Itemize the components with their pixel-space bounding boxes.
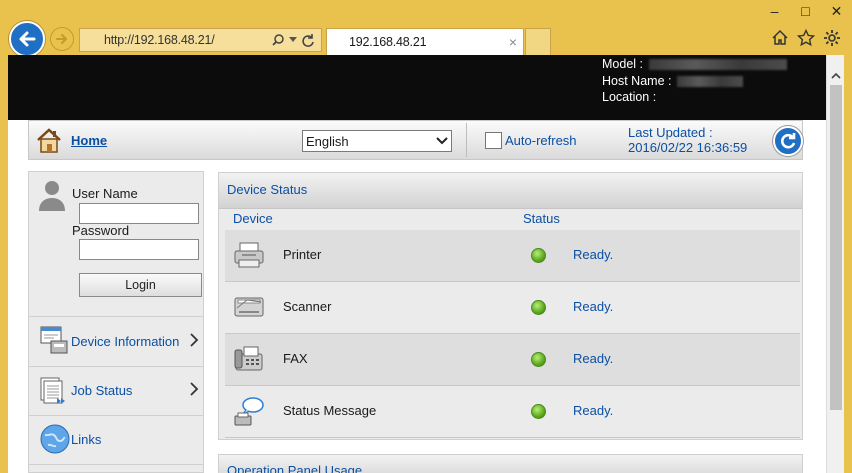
refresh-icon[interactable]	[301, 33, 315, 47]
operation-panel-usage-panel: Operation Panel Usage	[218, 454, 803, 473]
status-indicator	[531, 248, 546, 263]
panel-title: Operation Panel Usage	[227, 463, 363, 473]
close-window-button[interactable]: ✕	[821, 0, 852, 22]
device-status-panel: Device Status Device Status Printer Read…	[218, 172, 803, 440]
device-status: Ready.	[573, 351, 614, 366]
tab-title: 192.168.48.21	[349, 35, 427, 49]
status-indicator	[531, 300, 546, 315]
gear-icon[interactable]	[822, 28, 842, 48]
last-updated-label: Last Updated :	[628, 125, 713, 140]
user-icon	[37, 178, 67, 215]
password-field[interactable]	[79, 239, 199, 260]
browser-tab[interactable]: 192.168.48.21 ×	[326, 28, 524, 55]
scroll-up-icon[interactable]	[827, 67, 845, 83]
printer-icon	[233, 240, 265, 273]
sidebar-divider	[29, 464, 203, 465]
username-field[interactable]	[79, 203, 199, 224]
model-value-redacted	[649, 59, 787, 70]
sidebar-item-job-status[interactable]: Job Status	[29, 366, 203, 414]
login-button[interactable]: Login	[79, 273, 202, 297]
toolbar: Home English Auto-refresh Last Updated :…	[28, 120, 803, 160]
forward-arrow-icon	[56, 34, 67, 44]
language-value: English	[306, 133, 349, 149]
toolbar-divider	[466, 123, 467, 157]
last-updated: Last Updated : 2016/02/22 16:36:59	[628, 125, 747, 155]
minimize-button[interactable]: –	[759, 0, 790, 22]
username-label: User Name	[72, 186, 138, 201]
device-status: Ready.	[573, 403, 614, 418]
scanner-icon	[233, 292, 265, 325]
table-row: Status Message Ready.	[225, 386, 800, 438]
password-label: Password	[72, 223, 130, 238]
panel-header: Device Status	[219, 173, 802, 209]
sidebar-item-label: Links	[71, 432, 102, 447]
panel-title: Device Status	[227, 182, 308, 197]
status-indicator	[531, 404, 546, 419]
address-tools	[271, 33, 321, 47]
window-controls: – □ ✕	[759, 0, 852, 22]
maximize-button[interactable]: □	[790, 0, 821, 22]
last-updated-value: 2016/02/22 16:36:59	[628, 140, 748, 155]
home-icon[interactable]	[770, 28, 790, 48]
device-name: FAX	[283, 351, 308, 366]
device-name: Scanner	[283, 299, 332, 314]
address-text[interactable]: http://192.168.48.21/	[104, 33, 271, 47]
job-status-icon	[39, 374, 69, 409]
table-row: Scanner Ready.	[225, 282, 800, 334]
home-icon[interactable]	[35, 126, 63, 157]
sidebar: User Name Password Login Device Informat…	[28, 171, 204, 473]
status-indicator	[531, 352, 546, 367]
chevron-right-icon	[189, 382, 199, 399]
column-header-device: Device	[233, 211, 273, 226]
table-row: Printer Ready.	[225, 230, 800, 282]
language-select[interactable]: English	[302, 130, 452, 152]
new-tab-button[interactable]	[525, 28, 551, 55]
page-viewport: Model : Host Name : Location : Home Engl…	[8, 55, 826, 473]
auto-refresh-checkbox[interactable]	[485, 132, 502, 149]
refresh-icon	[781, 133, 796, 149]
auto-refresh-label[interactable]: Auto-refresh	[505, 133, 577, 148]
star-icon[interactable]	[796, 28, 816, 48]
refresh-button[interactable]	[773, 126, 803, 156]
chevron-down-icon	[433, 137, 451, 145]
sidebar-item-label: Job Status	[71, 383, 133, 398]
status-message-icon	[233, 396, 265, 431]
sidebar-item-device-information[interactable]: Device Information	[29, 317, 203, 365]
vertical-scrollbar[interactable]	[826, 55, 844, 473]
browser-right-icons	[770, 28, 842, 48]
back-button[interactable]	[9, 21, 45, 57]
device-info-icon	[39, 325, 69, 358]
forward-button[interactable]	[50, 27, 74, 51]
sidebar-item-links[interactable]: Links	[29, 415, 203, 463]
dropdown-arrow-icon[interactable]	[289, 37, 297, 43]
globe-icon	[39, 423, 71, 458]
address-bar[interactable]: http://192.168.48.21/	[79, 28, 322, 52]
close-icon[interactable]: ×	[503, 34, 523, 50]
column-header-status: Status	[523, 211, 560, 226]
location-label: Location :	[602, 90, 657, 104]
home-link[interactable]: Home	[71, 133, 107, 148]
device-status: Ready.	[573, 299, 614, 314]
search-icon[interactable]	[271, 33, 285, 47]
device-info: Model : Host Name : Location :	[602, 56, 787, 106]
fax-icon	[233, 344, 265, 377]
sidebar-item-label: Device Information	[71, 334, 180, 349]
table-row: FAX Ready.	[225, 334, 800, 386]
host-name-label: Host Name :	[602, 73, 672, 88]
device-name: Printer	[283, 247, 322, 262]
device-name: Status Message	[283, 403, 377, 418]
browser-chrome: – □ ✕ http://192.168.48.21/ 192.168.48.2…	[0, 0, 852, 57]
back-arrow-icon	[19, 31, 36, 47]
scrollbar-thumb[interactable]	[830, 85, 842, 410]
device-status: Ready.	[573, 247, 614, 262]
header-band: Model : Host Name : Location :	[8, 55, 826, 120]
model-label: Model :	[602, 57, 643, 71]
host-name-value-redacted	[677, 75, 744, 87]
chevron-right-icon	[189, 333, 199, 350]
